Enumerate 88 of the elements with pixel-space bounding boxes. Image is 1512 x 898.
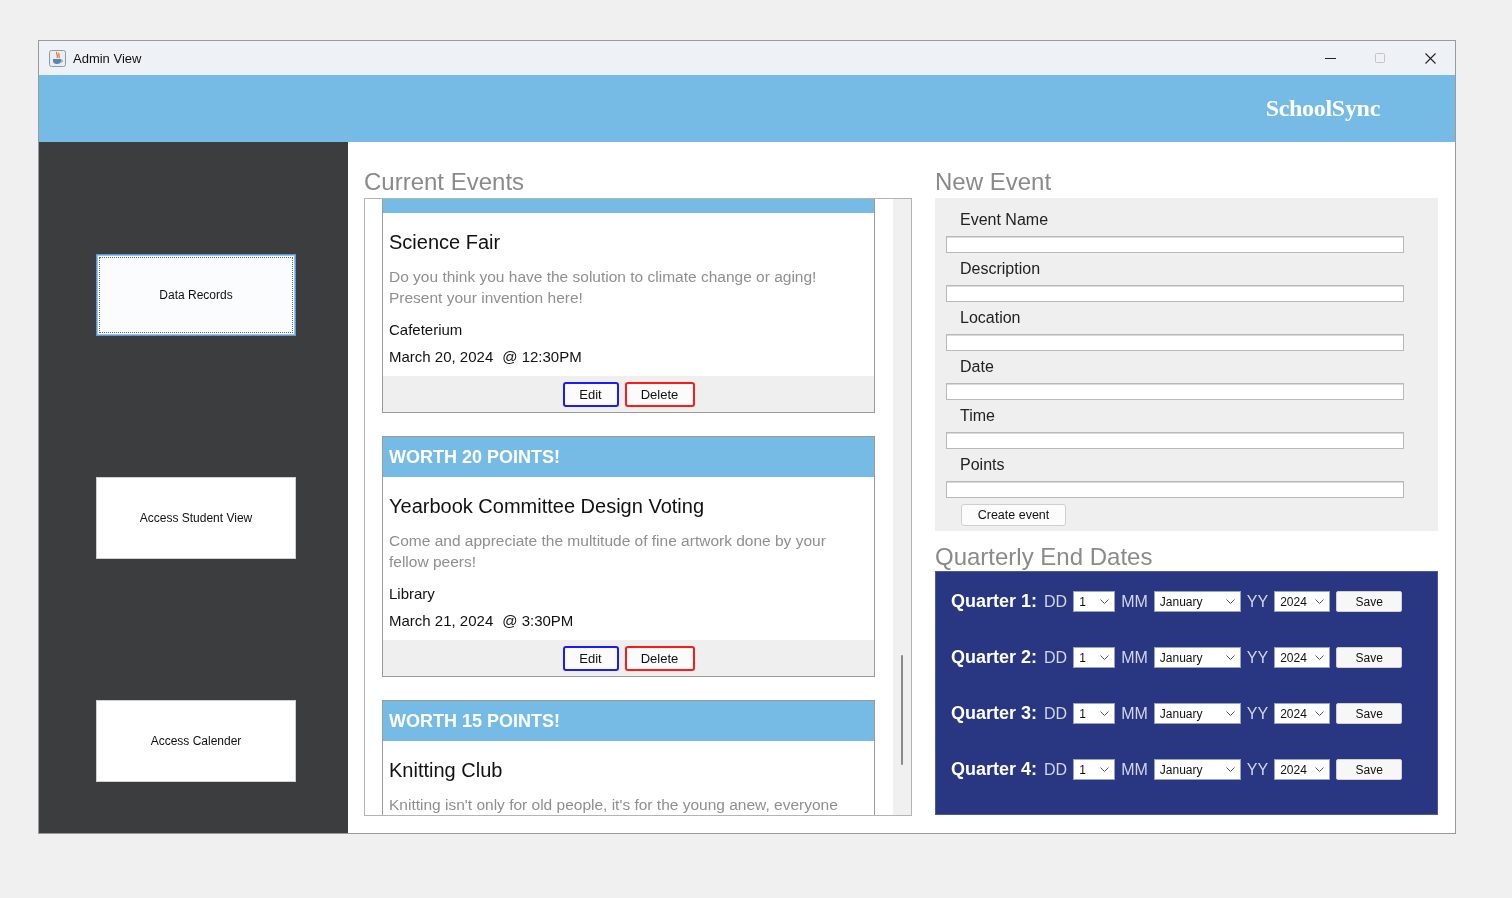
event-location: Library <box>389 584 436 604</box>
event-time: @ 12:30PM <box>502 347 582 367</box>
text-field[interactable] <box>946 383 1404 400</box>
app-logo: SchoolSync <box>1265 95 1380 122</box>
field-label: Date <box>960 357 994 377</box>
unit-label: YY <box>1246 704 1269 723</box>
unit-label: DD <box>1044 760 1068 779</box>
unit-label: DD <box>1044 648 1068 667</box>
save-button[interactable]: Save <box>1336 647 1403 668</box>
save-button[interactable]: Save <box>1336 703 1403 724</box>
unit-label: MM <box>1121 704 1148 723</box>
text-field[interactable] <box>946 481 1404 498</box>
unit-label: MM <box>1121 648 1148 667</box>
field-label: Points <box>960 455 1005 475</box>
edit-button[interactable]: Edit <box>562 381 619 407</box>
chevron-down-icon <box>1100 599 1110 604</box>
field-label: Event Name <box>960 210 1049 230</box>
year-select[interactable]: 2024 <box>1274 703 1331 724</box>
field-label: Description <box>960 259 1041 279</box>
unit-label: MM <box>1121 760 1148 779</box>
event-title: Science Fair <box>389 230 502 254</box>
field-label: Location <box>960 308 1021 328</box>
unit-label: YY <box>1246 648 1269 667</box>
quarter-label: Quarter 4: <box>951 759 1038 780</box>
delete-button[interactable]: Delete <box>624 381 695 407</box>
quarter-label: Quarter 1: <box>951 591 1038 612</box>
chevron-down-icon <box>1315 767 1325 772</box>
points-banner: WORTH 15 POINTS! <box>383 701 874 741</box>
quarter-label: Quarter 2: <box>951 647 1038 668</box>
section-title: New Event <box>935 168 1052 196</box>
nav-button[interactable]: Access Student View <box>96 477 296 559</box>
unit-label: DD <box>1044 704 1068 723</box>
unit-label: DD <box>1044 592 1068 611</box>
delete-button[interactable]: Delete <box>624 645 695 671</box>
chevron-down-icon <box>1315 655 1325 660</box>
chevron-down-icon <box>1225 711 1235 716</box>
event-title: Yearbook Committee Design Voting <box>389 494 705 518</box>
chevron-down-icon <box>1225 599 1235 604</box>
chevron-down-icon <box>1100 655 1110 660</box>
event-description: Knitting isn't only for old people, it's for the young anew, everyone <box>389 795 839 815</box>
month-select[interactable]: January <box>1153 759 1241 780</box>
save-button[interactable]: Save <box>1336 591 1403 612</box>
event-description: Do you think you have the solution to climate change or aging! Present your invention here! <box>389 267 818 308</box>
chevron-down-icon <box>1315 711 1325 716</box>
minimize-icon <box>1324 57 1336 59</box>
nav-button[interactable]: Access Calender <box>96 700 296 782</box>
event-description: Come and appreciate the multitude of fine artwork done by your fellow peers! <box>389 531 827 572</box>
day-select[interactable]: 1 <box>1073 591 1116 612</box>
event-location: Cafeterium <box>389 320 464 340</box>
chevron-down-icon <box>1225 767 1235 772</box>
nav-button[interactable]: Data Records <box>96 254 296 336</box>
event-date: March 20, 2024 <box>389 347 494 367</box>
section-title: Quarterly End Dates <box>935 543 1153 571</box>
month-select[interactable]: January <box>1153 703 1241 724</box>
text-field[interactable] <box>946 285 1404 302</box>
edit-button[interactable]: Edit <box>562 645 619 671</box>
close-icon <box>1424 52 1436 64</box>
text-field[interactable] <box>946 236 1404 253</box>
month-select[interactable]: January <box>1153 591 1241 612</box>
save-button[interactable]: Save <box>1336 759 1403 780</box>
event-time: @ 3:30PM <box>502 611 574 631</box>
chevron-down-icon <box>1225 655 1235 660</box>
year-select[interactable]: 2024 <box>1274 759 1331 780</box>
unit-label: MM <box>1121 592 1148 611</box>
chevron-down-icon <box>1315 599 1325 604</box>
year-select[interactable]: 2024 <box>1274 591 1331 612</box>
unit-label: YY <box>1246 760 1269 779</box>
points-banner: WORTH 20 POINTS! <box>383 437 874 477</box>
month-select[interactable]: January <box>1153 647 1241 668</box>
chevron-down-icon <box>1100 711 1110 716</box>
coffee-cup-icon <box>49 49 66 67</box>
field-label: Time <box>960 406 995 426</box>
text-field[interactable] <box>946 334 1404 351</box>
maximize-icon <box>1375 53 1385 63</box>
event-date: March 21, 2024 <box>389 611 494 631</box>
day-select[interactable]: 1 <box>1073 703 1116 724</box>
year-select[interactable]: 2024 <box>1274 647 1331 668</box>
window-title: Admin View <box>73 50 142 66</box>
day-select[interactable]: 1 <box>1073 647 1116 668</box>
section-title: Current Events <box>364 168 525 196</box>
chevron-down-icon <box>1100 767 1110 772</box>
create-event-button[interactable]: Create event <box>961 504 1066 526</box>
event-title: Knitting Club <box>389 758 504 782</box>
scrollbar-thumb[interactable] <box>901 655 903 765</box>
day-select[interactable]: 1 <box>1073 759 1116 780</box>
unit-label: YY <box>1246 592 1269 611</box>
text-field[interactable] <box>946 432 1404 449</box>
quarter-label: Quarter 3: <box>951 703 1038 724</box>
